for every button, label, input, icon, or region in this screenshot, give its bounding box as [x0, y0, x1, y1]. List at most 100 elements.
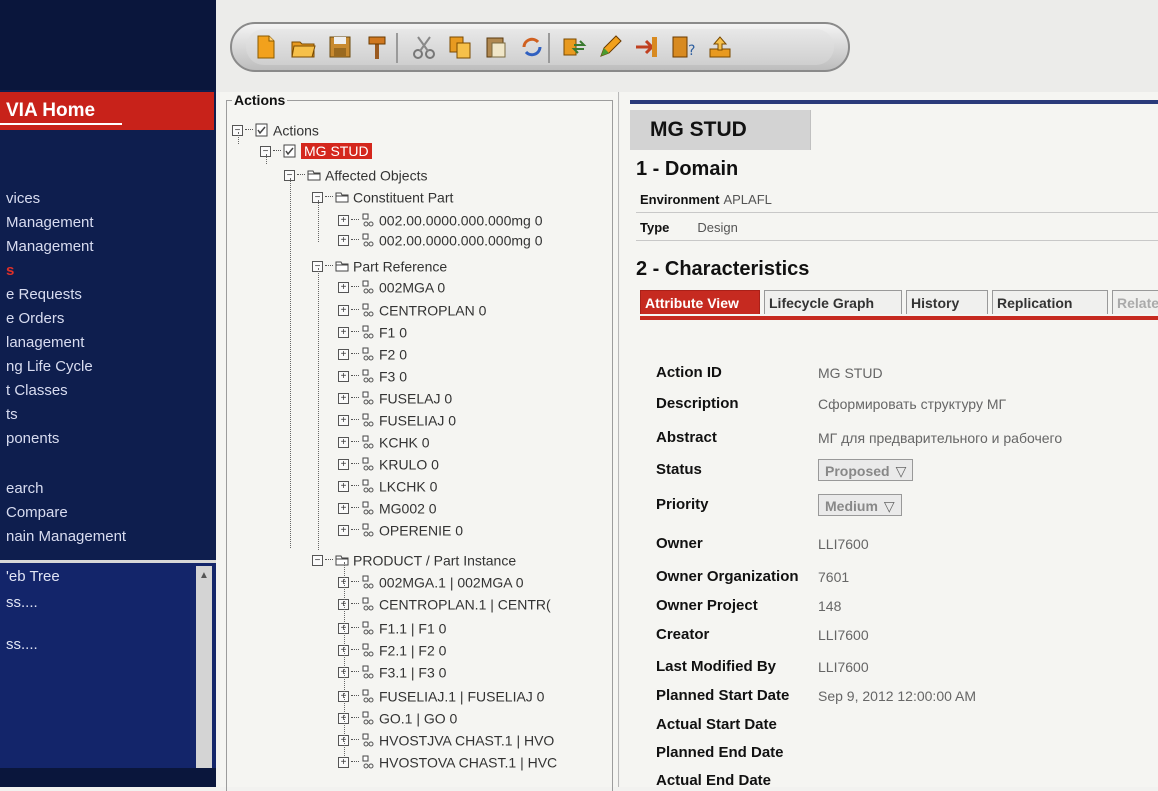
- nav-item[interactable]: Management: [6, 214, 94, 231]
- tree-node[interactable]: − Part Reference: [312, 256, 447, 274]
- exit-icon[interactable]: [632, 33, 660, 61]
- tab-history[interactable]: History: [906, 290, 988, 314]
- tree-node[interactable]: + CENTROPLAN.1 | CENTR(: [338, 594, 551, 612]
- attribute-value: МГ для предварительного и рабочего: [818, 430, 1063, 446]
- expand-icon[interactable]: +: [338, 214, 349, 226]
- tree-node[interactable]: + FUSELAJ 0: [338, 388, 452, 406]
- attribute-value: 148: [818, 598, 842, 614]
- priority-dropdown[interactable]: Medium ▽: [818, 494, 902, 516]
- nav-item[interactable]: Management: [6, 238, 94, 255]
- dropdown-arrow-icon[interactable]: ▽: [896, 463, 907, 479]
- tree-node[interactable]: + CENTROPLAN 0: [338, 300, 486, 318]
- tab-lifecycle-graph[interactable]: Lifecycle Graph: [764, 290, 902, 314]
- save-icon[interactable]: [326, 33, 354, 61]
- tree-node[interactable]: + F1.1 | F1 0: [338, 618, 446, 636]
- tree-node[interactable]: + F3.1 | F3 0: [338, 662, 446, 680]
- tree-connector: [351, 463, 359, 465]
- expand-icon[interactable]: +: [338, 756, 349, 768]
- open-folder-icon[interactable]: [289, 33, 317, 61]
- expand-icon[interactable]: +: [338, 414, 349, 426]
- web-tree-item[interactable]: ss....: [6, 594, 38, 611]
- nav-item[interactable]: Compare: [6, 504, 68, 521]
- paste-icon[interactable]: [482, 33, 510, 61]
- tab-related[interactable]: Related: [1112, 290, 1158, 314]
- tab-replication[interactable]: Replication: [992, 290, 1108, 314]
- nav-item[interactable]: vices: [6, 190, 40, 207]
- part-icon: [361, 389, 379, 405]
- tree-node-label: F2 0: [379, 346, 408, 363]
- tree-node[interactable]: + F2 0: [338, 344, 407, 362]
- detail-top-bar: [630, 100, 1158, 104]
- web-tree-item[interactable]: 'eb Tree: [6, 568, 60, 585]
- tree-node[interactable]: +002MGA 0: [338, 277, 445, 295]
- expand-icon[interactable]: +: [338, 348, 349, 360]
- upload-icon[interactable]: [706, 33, 734, 61]
- tree-node-label: 002.00.0000.000.000mg 0: [379, 212, 543, 229]
- tree-node[interactable]: + F1 0: [338, 322, 407, 340]
- copy-icon[interactable]: [446, 33, 474, 61]
- sync-icon[interactable]: [518, 33, 546, 61]
- tree-node[interactable]: + MG002 0: [338, 498, 437, 516]
- expand-icon[interactable]: +: [338, 436, 349, 448]
- tree-node-label: FUSELIAJ 0: [379, 412, 457, 429]
- tree-node[interactable]: + FUSELIAJ 0: [338, 410, 456, 428]
- nav-item[interactable]: nain Management: [6, 528, 126, 545]
- nav-item[interactable]: s: [6, 262, 14, 279]
- part-icon: [361, 231, 379, 247]
- tree-node[interactable]: + FUSELIAJ.1 | FUSELIAJ 0: [338, 686, 544, 704]
- tab-attribute-view[interactable]: Attribute View: [640, 290, 760, 314]
- tree-node[interactable]: +002.00.0000.000.000mg 0: [338, 230, 542, 248]
- home-tab[interactable]: VIA Home: [0, 92, 214, 130]
- hammer-icon[interactable]: [363, 33, 391, 61]
- nav-item[interactable]: e Requests: [6, 286, 82, 303]
- expand-icon[interactable]: +: [338, 234, 349, 246]
- tree-node[interactable]: + HVOSTJVA CHAST.1 | HVO: [338, 730, 554, 748]
- tree-node[interactable]: +002MGA.1 | 002MGA 0: [338, 572, 524, 590]
- tree-connector: [245, 129, 253, 131]
- expand-icon[interactable]: +: [338, 281, 349, 293]
- transfer-icon[interactable]: [560, 33, 588, 61]
- web-tree-item[interactable]: ss....: [6, 636, 38, 653]
- help-icon[interactable]: ?: [669, 33, 697, 61]
- cut-icon[interactable]: [410, 33, 438, 61]
- expand-icon[interactable]: +: [338, 392, 349, 404]
- expand-icon[interactable]: +: [338, 370, 349, 382]
- nav-item[interactable]: lanagement: [6, 334, 84, 351]
- collapse-icon[interactable]: −: [312, 554, 323, 566]
- expand-icon[interactable]: +: [338, 524, 349, 536]
- object-title-box: MG STUD: [630, 110, 811, 150]
- tree-node[interactable]: + LKCHK 0: [338, 476, 437, 494]
- nav-item[interactable]: ponents: [6, 430, 59, 447]
- tree-node[interactable]: + F3 0: [338, 366, 407, 384]
- nav-item[interactable]: earch: [6, 480, 44, 497]
- nav-item[interactable]: ng Life Cycle: [6, 358, 93, 375]
- expand-icon[interactable]: +: [338, 326, 349, 338]
- new-document-icon[interactable]: [252, 33, 280, 61]
- tree-node[interactable]: +002.00.0000.000.000mg 0: [338, 210, 542, 228]
- tree-node[interactable]: + OPERENIE 0: [338, 520, 463, 538]
- expand-icon[interactable]: +: [338, 458, 349, 470]
- dropdown-arrow-icon[interactable]: ▽: [884, 498, 895, 514]
- tree-node[interactable]: − Affected Objects: [284, 165, 427, 183]
- edit-icon[interactable]: [596, 33, 624, 61]
- tree-node[interactable]: − Constituent Part: [312, 187, 453, 205]
- tree-node-label: HVOSTOVA CHAST.1 | HVC: [379, 754, 558, 771]
- scroll-up-icon[interactable]: ▲: [199, 570, 209, 581]
- tree-node[interactable]: + KCHK 0: [338, 432, 430, 450]
- expand-icon[interactable]: +: [338, 304, 349, 316]
- nav-item[interactable]: t Classes: [6, 382, 68, 399]
- web-tree-scrollbar[interactable]: ▲: [196, 566, 212, 787]
- tree-node[interactable]: + F2.1 | F2 0: [338, 640, 446, 658]
- expand-icon[interactable]: +: [338, 480, 349, 492]
- tree-connector: [351, 529, 359, 531]
- status-dropdown[interactable]: Proposed ▽: [818, 459, 914, 481]
- tree-node[interactable]: + KRULO 0: [338, 454, 439, 472]
- tree-node[interactable]: − Actions: [232, 120, 319, 138]
- expand-icon[interactable]: +: [338, 502, 349, 514]
- tree-node[interactable]: + GO.1 | GO 0: [338, 708, 457, 726]
- nav-item[interactable]: ts: [6, 406, 18, 423]
- tree-node[interactable]: − MG STUD: [260, 141, 372, 160]
- nav-item[interactable]: e Orders: [6, 310, 64, 327]
- tree-node[interactable]: + HVOSTOVA CHAST.1 | HVC: [338, 752, 557, 770]
- tree-node[interactable]: − PRODUCT / Part Instance: [312, 550, 516, 568]
